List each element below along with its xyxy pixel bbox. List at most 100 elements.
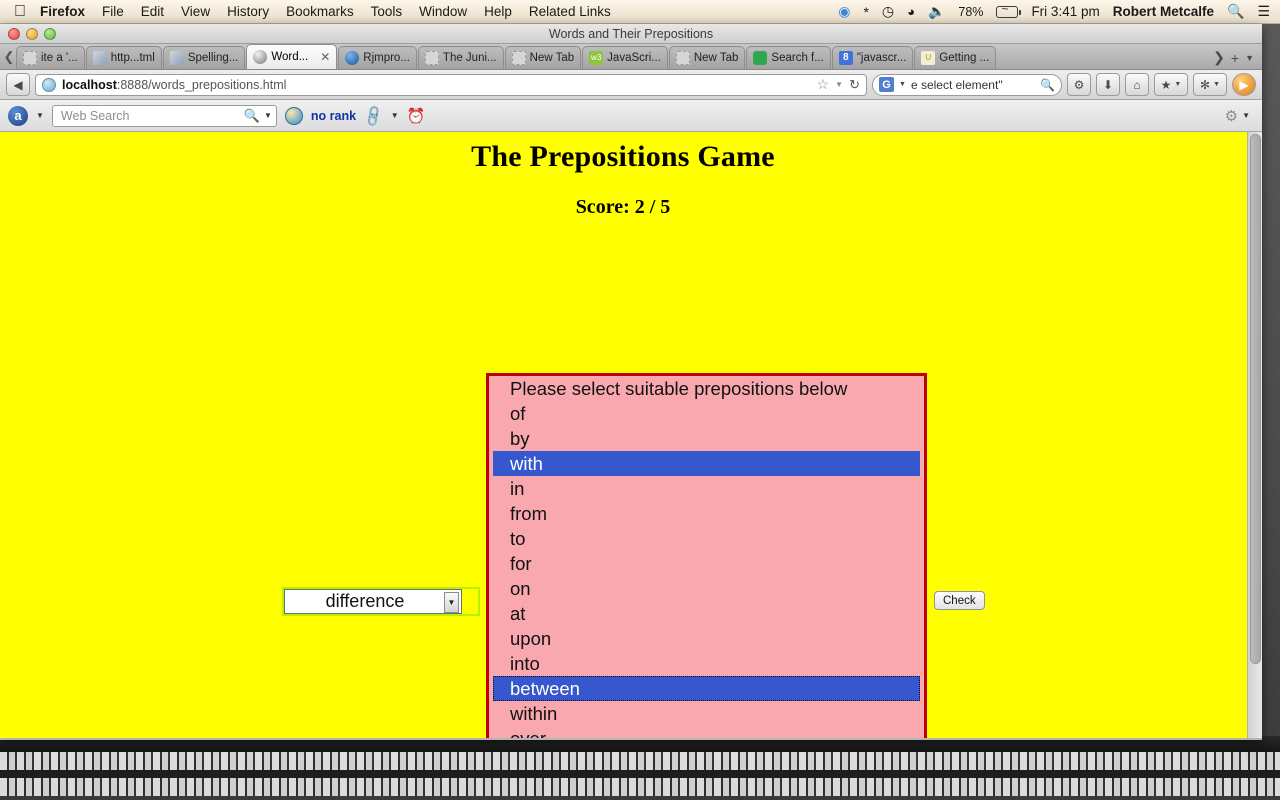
- site-identity-globe-icon[interactable]: [42, 77, 56, 92]
- word-select-dropdown[interactable]: difference ▼: [284, 589, 462, 614]
- menu-firefox[interactable]: Firefox: [40, 4, 85, 19]
- menu-tools[interactable]: Tools: [371, 4, 403, 19]
- tab-0[interactable]: ite a '...: [16, 46, 85, 69]
- tab-6[interactable]: New Tab: [504, 46, 582, 69]
- search-bar[interactable]: G ▼ e select element" 🔍: [872, 73, 1062, 96]
- minimize-window-button[interactable]: [26, 28, 38, 40]
- volume-icon[interactable]: 🔈: [928, 3, 945, 20]
- menu-history[interactable]: History: [227, 4, 269, 19]
- menu-bookmarks[interactable]: Bookmarks: [286, 4, 354, 19]
- chevron-down-icon[interactable]: ▼: [391, 111, 399, 120]
- tabs-scroll-left-icon[interactable]: ❮: [2, 45, 16, 69]
- check-button[interactable]: Check: [934, 591, 985, 610]
- tab-label: Getting ...: [939, 52, 990, 64]
- window-bottom-edge: [0, 738, 1262, 740]
- tab-3-active[interactable]: Word... close-icon ✕: [246, 44, 338, 69]
- listbox-option-of[interactable]: of: [489, 401, 924, 426]
- tab-label: ite a '...: [41, 52, 78, 64]
- bluetooth-icon[interactable]: *: [863, 4, 868, 20]
- reload-icon[interactable]: ↻: [849, 77, 860, 93]
- url-bar[interactable]: localhost:8888/words_prepositions.html ☆…: [35, 73, 867, 96]
- bookmarks-menu-button[interactable]: ★ ▼: [1154, 73, 1188, 96]
- tab-4[interactable]: Rjmpro...: [338, 46, 417, 69]
- chevron-down-icon[interactable]: ▼: [444, 592, 459, 613]
- listbox-option-in[interactable]: in: [489, 476, 924, 501]
- tab-9[interactable]: Search f...: [746, 46, 831, 69]
- time-machine-icon[interactable]: ◷: [882, 3, 894, 20]
- tab-10[interactable]: 8 "javascr...: [831, 46, 914, 69]
- globe-icon[interactable]: [284, 106, 303, 125]
- tabs-scroll-right-icon[interactable]: ❯: [1213, 49, 1225, 66]
- listbox-option-between[interactable]: between: [493, 676, 920, 701]
- word-select-value: difference: [325, 591, 405, 611]
- url-text: localhost:8888/words_prepositions.html: [62, 78, 286, 92]
- listbox-option-by[interactable]: by: [489, 426, 924, 451]
- menu-file[interactable]: File: [102, 4, 124, 19]
- listbox-option-into[interactable]: into: [489, 651, 924, 676]
- tab-5[interactable]: The Juni...: [417, 46, 504, 69]
- chevron-down-icon[interactable]: ▼: [899, 81, 906, 88]
- link-icon[interactable]: 🔗: [361, 103, 386, 129]
- zoom-window-button[interactable]: [44, 28, 56, 40]
- download-button[interactable]: ⬇: [1096, 73, 1120, 96]
- close-window-button[interactable]: [8, 28, 20, 40]
- page-scrollbar-thumb[interactable]: [1250, 134, 1261, 664]
- listbox-option-over[interactable]: over: [489, 726, 924, 738]
- listbox-option-from[interactable]: from: [489, 501, 924, 526]
- listbox-option-for[interactable]: for: [489, 551, 924, 576]
- dropbox-icon[interactable]: ◉: [838, 3, 850, 20]
- chevron-down-icon[interactable]: ▼: [835, 80, 843, 89]
- chevron-down-icon[interactable]: ▼: [1242, 111, 1250, 120]
- back-button[interactable]: ◀: [6, 73, 30, 96]
- listbox-option-to[interactable]: to: [489, 526, 924, 551]
- tab-7[interactable]: w3 JavaScri...: [582, 46, 668, 69]
- clock-label[interactable]: Fri 3:41 pm: [1031, 4, 1099, 19]
- menu-view[interactable]: View: [181, 4, 210, 19]
- listbox-option-within[interactable]: within: [489, 701, 924, 726]
- listbox-option-at[interactable]: at: [489, 601, 924, 626]
- play-button[interactable]: ▶: [1232, 73, 1256, 96]
- wifi-icon[interactable]: ◕: [907, 4, 915, 19]
- addons-button[interactable]: ⚙: [1067, 73, 1091, 96]
- web-search-actions: 🔍 ▼: [244, 108, 272, 124]
- web-search-input[interactable]: Web Search 🔍 ▼: [51, 104, 277, 127]
- tab-1[interactable]: http...tml: [85, 46, 162, 69]
- dock-strip-upper: [0, 752, 1280, 770]
- alexa-icon[interactable]: a: [8, 105, 28, 126]
- menu-related-links[interactable]: Related Links: [529, 4, 611, 19]
- listbox-option-upon[interactable]: upon: [489, 626, 924, 651]
- chevron-down-icon[interactable]: ▼: [36, 111, 44, 120]
- gear-icon[interactable]: ⚙: [1225, 107, 1238, 125]
- search-icon[interactable]: 🔍: [244, 108, 260, 124]
- preposition-listbox[interactable]: Please select suitable prepositions belo…: [486, 373, 927, 738]
- tab-2[interactable]: Spelling...: [162, 46, 246, 69]
- notification-center-icon[interactable]: ☰: [1257, 3, 1270, 20]
- listbox-option-on[interactable]: on: [489, 576, 924, 601]
- menu-window[interactable]: Window: [419, 4, 467, 19]
- search-input-value[interactable]: e select element": [911, 78, 1003, 92]
- tab-8[interactable]: New Tab: [668, 46, 746, 69]
- page-scrollbar[interactable]: [1247, 132, 1262, 738]
- list-all-tabs-icon[interactable]: ▼: [1245, 53, 1254, 63]
- window-title-bar[interactable]: Words and Their Prepositions: [0, 24, 1262, 44]
- listbox-option-with[interactable]: with: [493, 451, 920, 476]
- google-icon[interactable]: G: [879, 77, 894, 92]
- apple-logo-icon[interactable]: : [14, 3, 26, 20]
- tab-close-glyph[interactable]: ✕: [320, 50, 330, 64]
- listbox-option-prompt[interactable]: Please select suitable prepositions belo…: [489, 376, 924, 401]
- menu-help[interactable]: Help: [484, 4, 512, 19]
- tab-11[interactable]: ∪ Getting ...: [914, 46, 997, 69]
- search-icon[interactable]: 🔍: [1040, 78, 1055, 92]
- user-name-label[interactable]: Robert Metcalfe: [1113, 4, 1214, 19]
- word-select-container: difference ▼: [282, 587, 480, 616]
- chevron-down-icon[interactable]: ▼: [264, 111, 272, 120]
- home-button[interactable]: ⌂: [1125, 73, 1149, 96]
- menu-edit[interactable]: Edit: [141, 4, 164, 19]
- w3-icon: w3: [589, 51, 604, 65]
- new-tab-button[interactable]: +: [1231, 50, 1239, 66]
- battery-icon[interactable]: [996, 2, 1022, 18]
- star-icon[interactable]: ☆: [817, 76, 830, 93]
- traffic-gauge-icon[interactable]: ⏰: [407, 107, 426, 125]
- search-icon[interactable]: 🔍: [1227, 3, 1244, 20]
- firebug-button[interactable]: ✻ ▼: [1193, 73, 1227, 96]
